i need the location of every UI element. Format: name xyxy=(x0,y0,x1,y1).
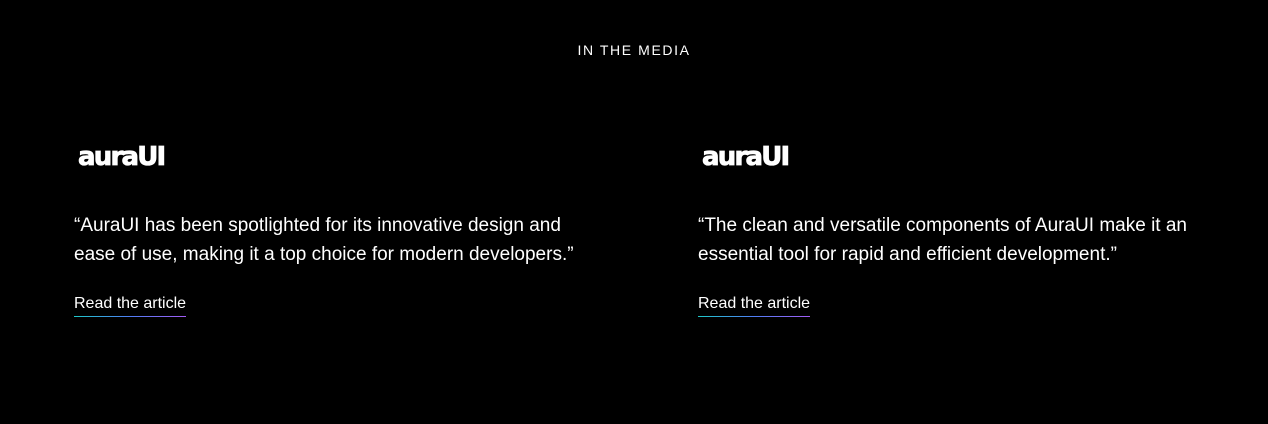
link-underline xyxy=(74,316,187,317)
media-card-1: auraUI “AuraUI has been spotlighted for … xyxy=(74,142,594,317)
link-underline xyxy=(698,316,811,317)
read-article-link[interactable]: Read the article xyxy=(698,294,811,317)
aura-ui-logo: auraUI xyxy=(702,142,791,173)
media-card-2: auraUI “The clean and versatile componen… xyxy=(698,142,1238,317)
media-quote: “AuraUI has been spotlighted for its inn… xyxy=(74,215,574,265)
read-article-label: Read the article xyxy=(74,295,187,312)
aura-ui-logo: auraUI xyxy=(78,142,167,173)
read-article-link[interactable]: Read the article xyxy=(74,294,187,317)
media-quote: “The clean and versatile components of A… xyxy=(698,215,1187,265)
section-title: IN THE MEDIA xyxy=(577,42,691,58)
read-article-label: Read the article xyxy=(698,295,811,312)
